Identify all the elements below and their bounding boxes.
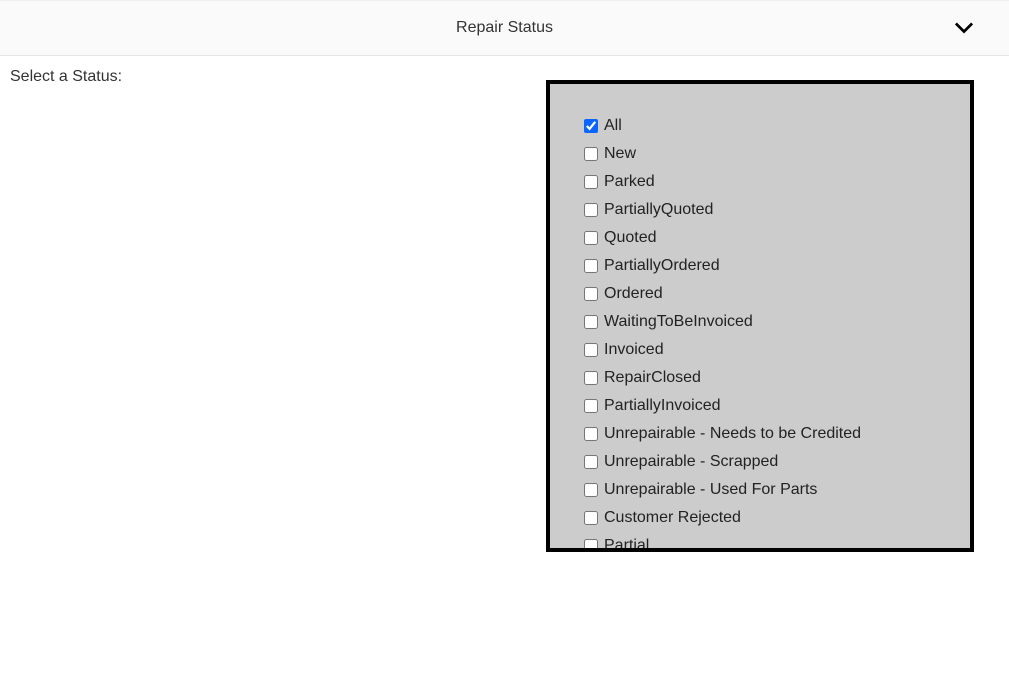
status-checkbox[interactable]	[584, 455, 598, 469]
status-option[interactable]: Ordered	[584, 280, 960, 308]
status-checkbox[interactable]	[584, 539, 598, 552]
status-checkbox[interactable]	[584, 399, 598, 413]
status-option[interactable]: PartiallyInvoiced	[584, 392, 960, 420]
status-checkbox[interactable]	[584, 427, 598, 441]
status-option[interactable]: Unrepairable - Needs to be Credited	[584, 420, 960, 448]
status-option-label: Customer Rejected	[604, 506, 741, 530]
status-option-label: WaitingToBeInvoiced	[604, 310, 753, 334]
panel-header[interactable]: Repair Status	[0, 0, 1009, 56]
status-option[interactable]: Parked	[584, 168, 960, 196]
status-option-label: RepairClosed	[604, 366, 701, 390]
status-checkbox[interactable]	[584, 119, 598, 133]
status-option[interactable]: PartiallyQuoted	[584, 196, 960, 224]
status-option-label: Parked	[604, 170, 655, 194]
chevron-down-icon[interactable]	[955, 22, 973, 34]
status-selection-box[interactable]: All New Parked PartiallyQuoted Quoted Partial…	[546, 80, 974, 552]
status-option-label: Unrepairable - Needs to be Credited	[604, 422, 861, 446]
status-checkbox[interactable]	[584, 203, 598, 217]
status-option-list: All New Parked PartiallyQuoted Quoted Partial…	[550, 84, 970, 552]
status-checkbox[interactable]	[584, 259, 598, 273]
status-option-label: Unrepairable - Used For Parts	[604, 478, 817, 502]
status-checkbox[interactable]	[584, 231, 598, 245]
status-option[interactable]: Unrepairable - Scrapped	[584, 448, 960, 476]
status-checkbox[interactable]	[584, 371, 598, 385]
status-option-label: PartiallyInvoiced	[604, 394, 721, 418]
status-checkbox[interactable]	[584, 147, 598, 161]
status-checkbox[interactable]	[584, 483, 598, 497]
status-option-label: Partial	[604, 534, 649, 552]
status-option-label: PartiallyQuoted	[604, 198, 713, 222]
status-option-label: Invoiced	[604, 338, 664, 362]
status-checkbox[interactable]	[584, 343, 598, 357]
status-option[interactable]: Quoted	[584, 224, 960, 252]
status-checkbox[interactable]	[584, 175, 598, 189]
status-checkbox[interactable]	[584, 315, 598, 329]
status-option[interactable]: Customer Rejected	[584, 504, 960, 532]
status-option-label: Ordered	[604, 282, 663, 306]
status-option[interactable]: RepairClosed	[584, 364, 960, 392]
status-option[interactable]: Partial	[584, 532, 960, 552]
status-option-label: All	[604, 114, 622, 138]
status-option[interactable]: PartiallyOrdered	[584, 252, 960, 280]
status-option[interactable]: Invoiced	[584, 336, 960, 364]
status-option[interactable]: Unrepairable - Used For Parts	[584, 476, 960, 504]
status-option[interactable]: WaitingToBeInvoiced	[584, 308, 960, 336]
status-option-label: Unrepairable - Scrapped	[604, 450, 778, 474]
status-option-label: New	[604, 142, 636, 166]
panel-title: Repair Status	[456, 19, 553, 37]
status-option[interactable]: All	[584, 112, 960, 140]
status-option-label: Quoted	[604, 226, 656, 250]
status-checkbox[interactable]	[584, 287, 598, 301]
status-option-label: PartiallyOrdered	[604, 254, 720, 278]
status-option[interactable]: New	[584, 140, 960, 168]
status-checkbox[interactable]	[584, 511, 598, 525]
